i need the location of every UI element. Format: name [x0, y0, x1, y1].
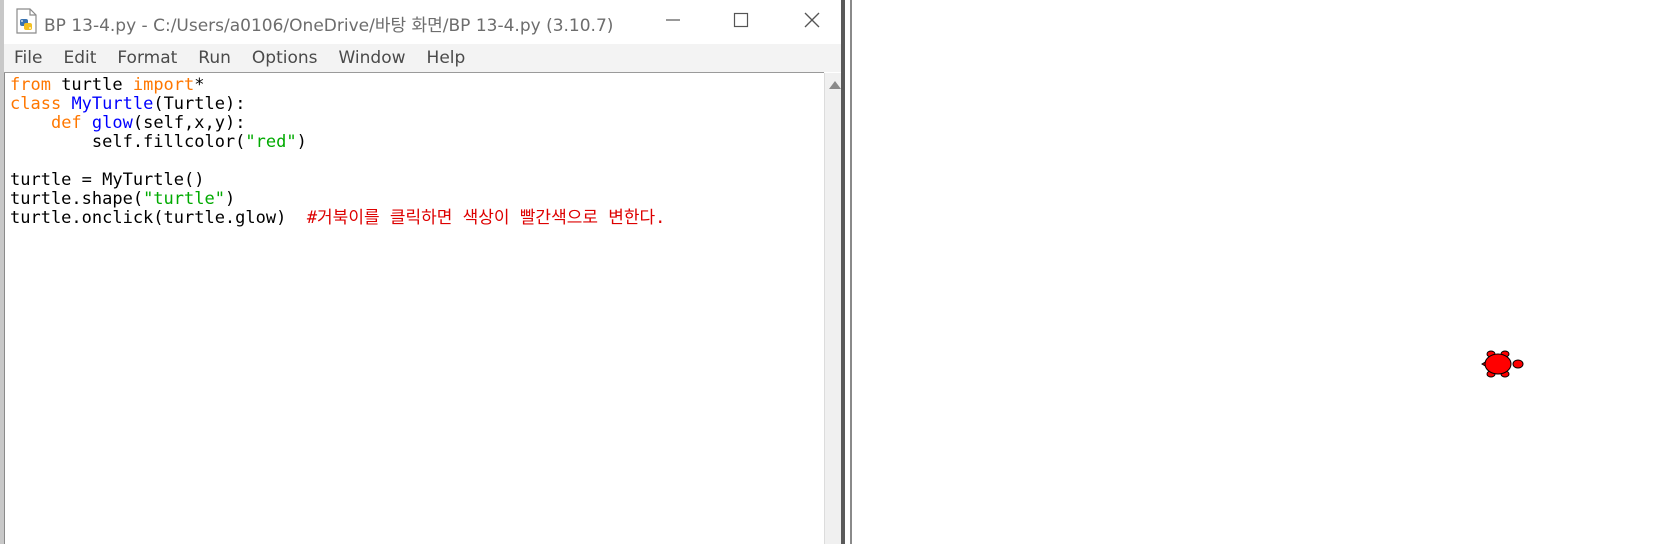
code-token: def: [50, 113, 82, 133]
code-token: (self,x,y):: [132, 113, 246, 133]
code-token: import: [132, 75, 195, 95]
maximize-button[interactable]: [707, 0, 775, 40]
menu-help[interactable]: Help: [427, 48, 466, 68]
code-token: MyTurtle: [71, 94, 154, 114]
code-text: from turtle import* class MyTurtle(Turtle…: [10, 75, 666, 228]
code-line: turtle.shape("turtle"): [10, 189, 665, 209]
code-line: self.fillcolor("red"): [10, 132, 665, 152]
turtle-icon[interactable]: [1480, 348, 1524, 380]
code-editor[interactable]: from turtle import* class MyTurtle(Turtle…: [4, 73, 822, 544]
menu-bar: File Edit Format Run Options Window Help: [4, 44, 845, 72]
code-token: (Turtle):: [153, 94, 246, 114]
code-token: turtle.shape(: [10, 189, 144, 209]
close-button[interactable]: [778, 0, 846, 40]
code-token: turtle: [50, 75, 133, 95]
window-title: BP 13-4.py - C:/Users/a0106/OneDrive/바탕 …: [44, 16, 614, 36]
code-line: class MyTurtle(Turtle):: [10, 94, 665, 114]
scroll-up-arrow-icon[interactable]: [829, 81, 841, 89]
code-line: from turtle import*: [10, 75, 665, 95]
close-icon: [803, 11, 821, 29]
desktop-screen: BP 13-4.py - C:/Users/a0106/OneDrive/바탕 …: [0, 0, 1675, 544]
code-token: turtle.onclick(turtle.glow): [10, 208, 307, 228]
menu-run[interactable]: Run: [198, 48, 231, 68]
minimize-icon: [665, 12, 681, 28]
menu-options[interactable]: Options: [252, 48, 318, 68]
code-token: class: [10, 94, 62, 114]
code-token: from: [10, 75, 51, 95]
code-token: ): [296, 132, 307, 152]
menu-window[interactable]: Window: [339, 48, 406, 68]
code-token: "turtle": [143, 189, 225, 209]
window-border: [841, 0, 845, 544]
code-line: turtle.onclick(turtle.glow) #거북이를 클릭하면 색…: [10, 208, 666, 228]
menu-format[interactable]: Format: [117, 48, 177, 68]
idle-editor-window: BP 13-4.py - C:/Users/a0106/OneDrive/바탕 …: [0, 0, 845, 544]
code-token: *: [194, 75, 205, 95]
minimize-button[interactable]: [639, 0, 707, 40]
code-token: "red": [245, 132, 297, 152]
code-token: glow: [91, 113, 133, 133]
python-file-icon: [15, 8, 39, 34]
menu-edit[interactable]: Edit: [63, 48, 96, 68]
maximize-icon: [733, 12, 749, 28]
menu-file[interactable]: File: [14, 48, 42, 68]
code-line: turtle = MyTurtle(): [10, 170, 665, 190]
code-line: def glow(self,x,y):: [10, 113, 665, 133]
title-bar[interactable]: BP 13-4.py - C:/Users/a0106/OneDrive/바탕 …: [4, 0, 845, 44]
code-token: turtle = MyTurtle(): [10, 170, 205, 190]
turtle-graphics-canvas[interactable]: [852, 0, 1675, 544]
code-token: self.fillcolor(: [10, 132, 246, 152]
code-token: ): [224, 189, 236, 209]
code-comment: #거북이를 클릭하면 색상이 빨간색으로 변한다.: [306, 208, 666, 228]
